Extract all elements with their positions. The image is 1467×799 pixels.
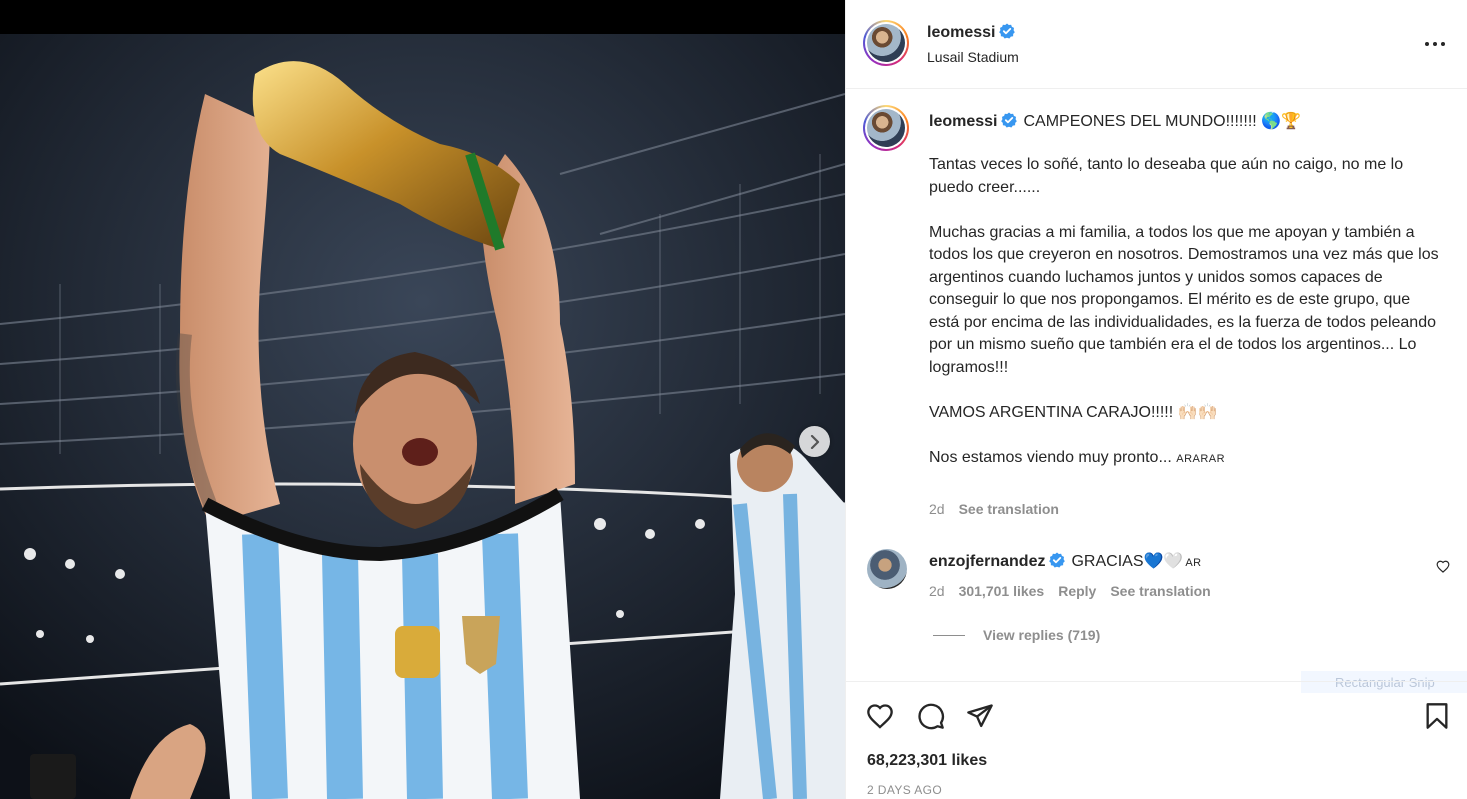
- caption-username[interactable]: leomessi: [929, 113, 997, 130]
- caption-closing-tag: ARARAR: [1176, 452, 1226, 465]
- more-options-icon: [1425, 42, 1445, 46]
- more-options-button[interactable]: [1422, 32, 1448, 56]
- view-replies-button[interactable]: View replies (719): [933, 627, 1100, 643]
- caption-body: Tantas veces lo soñé, tanto lo deseaba q…: [929, 154, 1439, 470]
- caption-closing: Nos estamos viendo muy pronto...: [929, 448, 1172, 466]
- post-likes-count[interactable]: 68,223,301 likes: [867, 752, 987, 770]
- heart-icon: [867, 704, 893, 729]
- comment-meta: 2d 301,701 likes Reply See translation: [929, 583, 1225, 599]
- bookmark-icon: [1426, 703, 1448, 729]
- caption-headline: CAMPEONES DEL MUNDO!!!!!!! 🌎🏆: [1023, 113, 1301, 130]
- post-details-panel: leomessi Lusail Stadium leomessi CAMPEONE…: [845, 0, 1467, 799]
- caption-author-avatar[interactable]: [863, 105, 909, 151]
- replies-divider: [933, 634, 965, 636]
- post-photo: [0, 34, 845, 799]
- caption-see-translation[interactable]: See translation: [959, 501, 1059, 517]
- like-button[interactable]: [864, 700, 896, 732]
- caption-closing-line: Nos estamos viendo muy pronto... ARARAR: [929, 447, 1439, 471]
- caption-headline-row: leomessi CAMPEONES DEL MUNDO!!!!!!! 🌎🏆: [929, 111, 1301, 131]
- comment-button[interactable]: [915, 700, 947, 732]
- post-actions: 68,223,301 likes 2 DAYS AGO: [846, 681, 1467, 799]
- comment-icon: [918, 703, 944, 730]
- share-icon: [967, 704, 993, 728]
- share-button[interactable]: [964, 700, 996, 732]
- commenter-username[interactable]: enzojfernandez: [929, 553, 1045, 570]
- verified-badge-icon: [1001, 112, 1018, 128]
- verified-badge-icon: [999, 23, 1016, 39]
- caption-meta: 2d See translation: [929, 501, 1073, 517]
- commenter-avatar[interactable]: [867, 549, 907, 589]
- heart-icon: [1436, 560, 1450, 573]
- save-button[interactable]: [1421, 700, 1453, 732]
- post-header: leomessi Lusail Stadium: [846, 0, 1467, 89]
- caption-paragraph: Muchas gracias a mi familia, a todos los…: [929, 223, 1439, 376]
- verified-badge-icon: [1049, 552, 1066, 568]
- comment-likes-count[interactable]: 301,701 likes: [959, 583, 1045, 599]
- next-image-button[interactable]: [799, 426, 830, 457]
- comment-age: 2d: [929, 583, 945, 599]
- post-media: [0, 0, 845, 799]
- author-avatar[interactable]: [863, 20, 909, 66]
- post-location[interactable]: Lusail Stadium: [927, 49, 1019, 65]
- author-username[interactable]: leomessi: [927, 23, 1016, 42]
- comment-text: GRACIAS💙🤍: [1071, 553, 1184, 570]
- comment-tag: AR: [1185, 557, 1202, 569]
- comment-like-button[interactable]: [1436, 560, 1450, 578]
- caption-age: 2d: [929, 501, 945, 517]
- caption-paragraph: Tantas veces lo soñé, tanto lo deseaba q…: [929, 156, 1404, 196]
- view-replies-label: View replies (719): [983, 627, 1101, 643]
- comment-row: enzojfernandez GRACIAS💙🤍 AR: [929, 551, 1202, 571]
- comment-see-translation[interactable]: See translation: [1110, 583, 1210, 599]
- caption-paragraph: VAMOS ARGENTINA CARAJO!!!!! 🙌🏻🙌🏻: [929, 403, 1218, 421]
- comment-reply-button[interactable]: Reply: [1058, 583, 1096, 599]
- post-timestamp: 2 DAYS AGO: [867, 783, 943, 797]
- chevron-right-icon: [810, 434, 819, 449]
